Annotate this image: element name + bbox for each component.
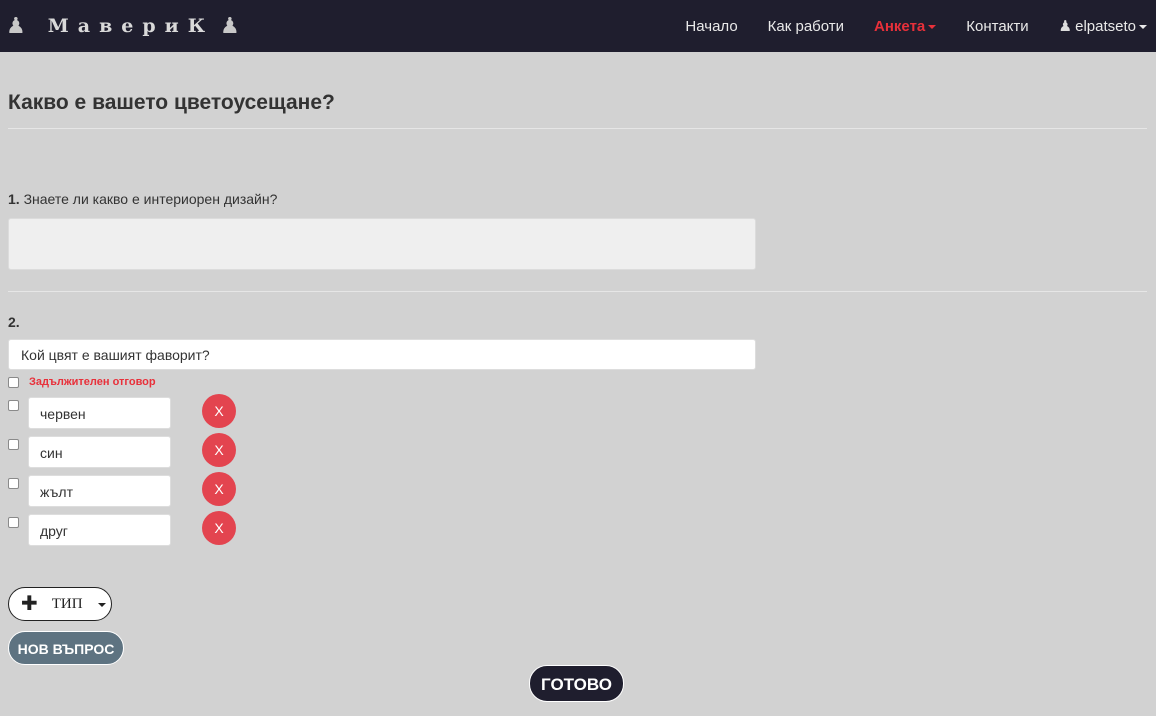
done-button[interactable]: ГОТОВО bbox=[529, 665, 624, 702]
question-1-text: Знаете ли какво е интериорен дизайн? bbox=[23, 191, 278, 207]
option-input[interactable]: жълт bbox=[28, 475, 171, 507]
plus-icon: ✚ bbox=[21, 593, 38, 615]
user-menu[interactable]: ♟ elpatseto bbox=[1059, 17, 1147, 35]
new-question-button[interactable]: НОВ ВЪПРОС bbox=[8, 631, 124, 665]
question-1-number: 1. bbox=[8, 191, 20, 207]
username: elpatseto bbox=[1075, 17, 1136, 35]
nav-menu: Начало Как работи Анкета Контакти ♟ elpa… bbox=[670, 0, 1156, 52]
option-checkbox[interactable] bbox=[8, 478, 19, 489]
question-1-label: 1. Знаете ли какво е интериорен дизайн? bbox=[8, 191, 277, 207]
delete-option-button[interactable]: X bbox=[202, 472, 236, 506]
delete-option-button[interactable]: X bbox=[202, 433, 236, 467]
caret-down-icon bbox=[97, 603, 106, 607]
nav-item-contacts[interactable]: Контакти bbox=[966, 18, 1028, 35]
question-2-number: 2. bbox=[8, 314, 20, 330]
divider bbox=[8, 128, 1147, 129]
nav-item-how-it-works[interactable]: Как работи bbox=[768, 18, 844, 35]
caret-down-icon bbox=[1139, 25, 1147, 29]
required-label: Задължителен отговор bbox=[29, 376, 156, 388]
caret-down-icon bbox=[928, 25, 937, 29]
chess-pawn-icon: ♟ bbox=[1058, 18, 1073, 35]
option-input[interactable]: друг bbox=[28, 514, 171, 546]
answer-textarea[interactable] bbox=[8, 218, 756, 270]
option-checkbox[interactable] bbox=[8, 439, 19, 450]
nav-item-survey[interactable]: Анкета bbox=[874, 17, 937, 35]
question-type-dropdown[interactable]: ✚ ТИП bbox=[8, 587, 112, 621]
delete-option-button[interactable]: X bbox=[202, 394, 236, 428]
delete-option-button[interactable]: X bbox=[202, 511, 236, 545]
nav-item-survey-label: Анкета bbox=[874, 17, 926, 35]
option-input[interactable]: син bbox=[28, 436, 171, 468]
nav-item-home[interactable]: Начало bbox=[685, 18, 737, 35]
page-title: Какво е вашето цветоусещане? bbox=[8, 91, 335, 114]
question-2-label: 2. bbox=[8, 314, 20, 330]
chess-pawn-icon: ♟ bbox=[6, 13, 26, 39]
divider bbox=[8, 291, 1147, 292]
question-text-input[interactable]: Кой цвят е вашият фаворит? bbox=[8, 339, 756, 370]
option-input[interactable]: червен bbox=[28, 397, 171, 429]
brand[interactable]: ♟ МавериК ♟ bbox=[6, 0, 240, 52]
chess-pawn-icon: ♟ bbox=[220, 13, 240, 39]
navbar: ♟ МавериК ♟ Начало Как работи Анкета Кон… bbox=[0, 0, 1156, 52]
brand-name: МавериК bbox=[47, 15, 215, 37]
type-label: ТИП bbox=[51, 595, 83, 612]
option-checkbox[interactable] bbox=[8, 400, 19, 411]
option-checkbox[interactable] bbox=[8, 517, 19, 528]
required-checkbox[interactable] bbox=[8, 377, 19, 388]
